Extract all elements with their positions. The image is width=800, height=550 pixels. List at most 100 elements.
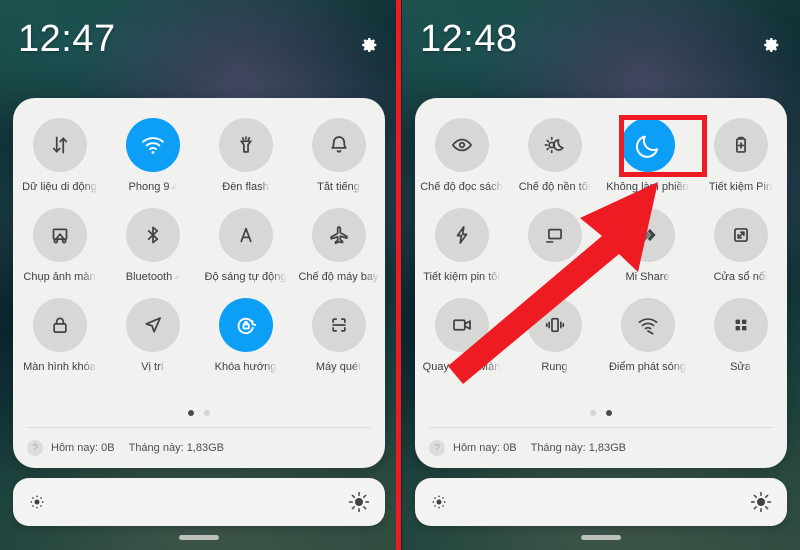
qs-tile-vibrate[interactable]: Rung	[508, 290, 601, 374]
page-dot-2[interactable]	[204, 410, 210, 416]
qs-tile-bluetooth[interactable]: Bluetooth	[106, 200, 199, 284]
home-indicator[interactable]	[581, 535, 621, 540]
qs-tile-label: Dữ liệu di động	[22, 181, 97, 193]
qs-tile-label: Điểm phát sóng	[608, 361, 687, 373]
qs-tile-label: Quay phim Màn	[422, 361, 501, 373]
status-bar-clock: 12:47	[18, 18, 116, 60]
brightness-slider[interactable]	[13, 478, 385, 526]
panel-divider	[429, 427, 773, 428]
rotation-lock-icon	[218, 298, 273, 352]
qs-tile-screen-record[interactable]: Quay phim Màn	[415, 290, 508, 374]
page-indicator[interactable]	[415, 410, 787, 416]
qs-tile-airplane-mode[interactable]: Chế độ máy bay	[292, 200, 385, 284]
data-usage-text: Hôm nay: 0B Tháng này: 1,83GB	[51, 442, 238, 454]
page-dot-1[interactable]	[590, 410, 596, 416]
usage-today: Hôm nay: 0B	[51, 442, 115, 454]
gear-icon[interactable]	[358, 34, 380, 56]
qs-tile-screenshot[interactable]: Chụp ảnh màn	[13, 200, 106, 284]
quick-settings-panel: Dữ liệu di động Phong 9 Đèn flash Tắt ti…	[13, 98, 385, 468]
quick-settings-tile-grid: Dữ liệu di động Phong 9 Đèn flash Tắt ti…	[13, 110, 385, 374]
help-icon[interactable]: ?	[27, 440, 43, 456]
qs-tile-label: Máy quét	[315, 361, 362, 373]
ultra-battery-saver-icon	[434, 208, 489, 262]
lock-icon	[32, 298, 87, 352]
qs-tile-label: Sửa	[730, 361, 751, 373]
qs-tile-label: Vị trí	[141, 361, 164, 373]
screenshot-root: 12:47 Dữ liệu di động Phong 9 Đèn flash …	[0, 0, 800, 550]
qs-tile-cast[interactable]	[508, 200, 601, 284]
bell-icon	[311, 118, 366, 172]
qs-tile-label: Chụp ảnh màn	[23, 271, 96, 283]
data-usage-row[interactable]: ? Hôm nay: 0B Tháng này: 1,83GB	[429, 440, 640, 456]
data-usage-row[interactable]: ? Hôm nay: 0B Tháng này: 1,83GB	[27, 440, 238, 456]
cast-icon	[527, 208, 582, 262]
qs-tile-label: Chế độ nền tối	[518, 181, 591, 193]
airplane-icon	[311, 208, 366, 262]
qs-tile-label: Phong 9	[129, 181, 177, 194]
qs-tile-flashlight[interactable]: Đèn flash	[199, 110, 292, 194]
qs-tile-edit[interactable]: Sửa	[694, 290, 787, 374]
qs-tile-label: Chế độ đọc sách	[420, 181, 503, 193]
phone-screen-left: 12:47 Dữ liệu di động Phong 9 Đèn flash …	[0, 0, 398, 550]
qs-tile-scanner[interactable]: Máy quét	[292, 290, 385, 374]
mobile-data-icon	[32, 118, 87, 172]
qs-tile-label: Tắt tiếng	[317, 181, 360, 193]
qs-tile-battery-saver[interactable]: Tiết kiệm Pin	[694, 110, 787, 194]
usage-today: Hôm nay: 0B	[453, 442, 517, 454]
brightness-high-icon	[347, 490, 371, 514]
location-arrow-icon	[125, 298, 180, 352]
dark-mode-icon	[527, 118, 582, 172]
data-usage-text: Hôm nay: 0B Tháng này: 1,83GB	[453, 442, 640, 454]
help-icon[interactable]: ?	[429, 440, 445, 456]
qs-tile-label: Đèn flash	[222, 181, 269, 193]
qs-tile-label: Chế độ máy bay	[298, 271, 379, 283]
floating-window-icon	[713, 208, 768, 262]
qs-tile-reading-mode[interactable]: Chế độ đọc sách	[415, 110, 508, 194]
auto-brightness-a-icon	[218, 208, 273, 262]
brightness-low-icon	[429, 492, 449, 512]
qs-tile-lock-screen[interactable]: Màn hình khóa	[13, 290, 106, 374]
qs-tile-ultra-battery-saver[interactable]: Tiết kiệm pin tối	[415, 200, 508, 284]
brightness-high-icon	[749, 490, 773, 514]
page-dot-2[interactable]	[606, 410, 612, 416]
battery-saver-icon	[713, 118, 768, 172]
qs-tile-label: Mi Share	[625, 271, 670, 283]
qs-tile-wifi[interactable]: Phong 9	[106, 110, 199, 194]
screenshot-icon	[32, 208, 87, 262]
qs-tile-label: Bluetooth	[126, 271, 180, 284]
qs-tile-label: Khóa hướng	[214, 361, 277, 373]
panel-divider	[27, 427, 371, 428]
qs-tile-auto-brightness[interactable]: Độ sáng tự động	[199, 200, 292, 284]
mi-share-icon	[620, 208, 675, 262]
quick-settings-tile-grid: Chế độ đọc sách Chế độ nền tối Không làm…	[415, 110, 787, 374]
qs-tile-mi-share[interactable]: Mi Share	[601, 200, 694, 284]
qs-tile-rotation-lock[interactable]: Khóa hướng	[199, 290, 292, 374]
qs-tile-hotspot[interactable]: Điểm phát sóng	[601, 290, 694, 374]
gear-icon[interactable]	[760, 34, 782, 56]
page-indicator[interactable]	[13, 410, 385, 416]
page-dot-1[interactable]	[188, 410, 194, 416]
qs-tile-dark-mode[interactable]: Chế độ nền tối	[508, 110, 601, 194]
qs-tile-label: Cửa sổ nổi	[713, 271, 768, 283]
eye-icon	[434, 118, 489, 172]
qs-tile-label: Màn hình khóa	[23, 361, 96, 373]
status-bar-clock: 12:48	[420, 18, 518, 60]
quick-settings-panel: Chế độ đọc sách Chế độ nền tối Không làm…	[415, 98, 787, 468]
brightness-low-icon	[27, 492, 47, 512]
brightness-slider[interactable]	[415, 478, 787, 526]
qs-tile-mute[interactable]: Tắt tiếng	[292, 110, 385, 194]
qs-tile-label: Không làm phiền	[606, 181, 689, 193]
qs-tile-mobile-data[interactable]: Dữ liệu di động	[13, 110, 106, 194]
flashlight-icon	[218, 118, 273, 172]
usage-month: Tháng này: 1,83GB	[530, 442, 626, 454]
qs-tile-label: Tiết kiệm Pin	[708, 181, 773, 193]
expand-caret-icon	[174, 273, 180, 279]
home-indicator[interactable]	[179, 535, 219, 540]
qs-tile-location[interactable]: Vị trí	[106, 290, 199, 374]
usage-month: Tháng này: 1,83GB	[128, 442, 224, 454]
qs-tile-label: Tiết kiệm pin tối	[423, 271, 500, 283]
qs-tile-label: Độ sáng tự động	[204, 271, 287, 283]
comparison-divider-line	[396, 0, 401, 550]
qs-tile-floating-window[interactable]: Cửa sổ nổi	[694, 200, 787, 284]
screen-record-icon	[434, 298, 489, 352]
